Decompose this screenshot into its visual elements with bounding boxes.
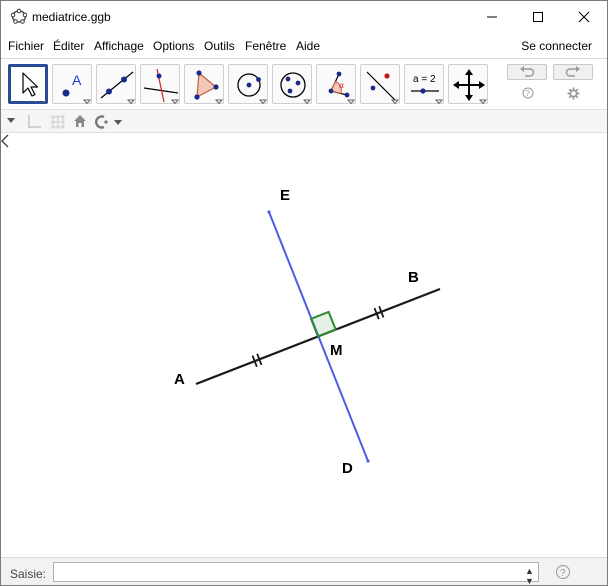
undo-button[interactable] [507,64,547,80]
menu-aide[interactable]: Aide [296,39,320,53]
input-bar-label: Saisie: [10,567,47,581]
label-point-e: E [280,187,291,204]
settings-button[interactable] [566,86,580,100]
menu-outils[interactable]: Outils [204,39,235,53]
slider-tool-text: a = 2 [413,74,436,85]
redo-icon [565,66,580,77]
move-graphics-view-icon [453,69,488,105]
point-tool-letter: A [72,72,82,88]
move-graphics-tool[interactable] [448,64,488,105]
circle-with-center-icon [237,73,268,105]
polygon-tool[interactable] [184,64,224,105]
maximize-icon [533,11,543,22]
graphics-view[interactable]: E B M A D [1,134,607,557]
sign-in-link[interactable]: Se connecter [521,39,592,53]
menu-fichier[interactable]: Fichier [8,39,44,53]
geogebra-window: mediatrice.ggb Fichier Éditer Affichage … [0,0,608,586]
right-angle-marker[interactable] [309,310,338,338]
minimize-button[interactable] [469,1,515,32]
menu-affichage[interactable]: Affichage [94,39,144,53]
help-icon: ? [522,87,534,99]
line-tool[interactable] [96,64,136,105]
label-point-a: A [174,371,185,388]
menu-options[interactable]: Options [153,39,194,53]
title-bar: mediatrice.ggb [1,1,607,33]
circle-through-three-points-icon [280,72,312,105]
side-panel-handle-icon[interactable] [1,134,9,148]
label-point-m: M [330,342,343,359]
close-icon [578,11,590,22]
svg-text:?: ? [526,89,531,98]
perpendicular-tool[interactable] [140,64,180,105]
home-icon[interactable] [72,113,88,129]
toolbar: A α a = 2 ? [1,58,607,109]
arrow-cursor-icon [22,72,46,104]
polygon-icon [194,70,224,105]
axes-toggle-icon[interactable] [25,113,43,131]
point-tool[interactable]: A [52,64,92,105]
line-through-two-points-icon [100,71,136,105]
point-capture-icon[interactable] [94,114,124,130]
reflect-about-line-icon [366,71,400,105]
input-bar: Saisie: ▲ ▼ ? [1,557,607,586]
menu-editer[interactable]: Éditer [53,39,84,53]
slider-icon: a = 2 [411,74,444,105]
label-point-d: D [342,460,353,477]
circle-three-points-tool[interactable] [272,64,312,105]
maximize-button[interactable] [515,1,561,32]
gear-icon [567,87,579,99]
move-tool[interactable] [8,64,48,104]
menu-bar: Fichier Éditer Affichage Options Outils … [1,35,607,57]
close-button[interactable] [561,1,607,32]
redo-button[interactable] [553,64,593,80]
triangle-down-icon[interactable] [6,117,16,125]
undo-icon [520,66,535,77]
slider-tool[interactable]: a = 2 [404,64,444,105]
angle-icon: α [328,71,356,105]
point-icon: A [62,72,92,105]
geogebra-pentagon-icon [11,8,27,24]
point-d[interactable] [366,459,370,463]
svg-text:?: ? [560,568,566,579]
angle-tool[interactable]: α [316,64,356,105]
window-title: mediatrice.ggb [32,10,111,24]
minimize-icon [487,16,497,17]
menu-fenetre[interactable]: Fenêtre [245,39,286,53]
label-point-b: B [408,269,419,286]
toolbar-help-button[interactable]: ? [521,86,535,100]
circle-tool[interactable] [228,64,268,105]
input-field[interactable] [53,562,539,582]
perpendicular-line-icon [143,68,180,105]
angle-tool-letter: α [339,80,344,90]
construction-canvas[interactable] [1,134,607,557]
reflect-tool[interactable] [360,64,400,105]
input-history-arrows-icon[interactable]: ▲ ▼ [525,566,534,586]
grid-toggle-icon[interactable] [49,113,67,131]
style-bar [1,109,607,133]
point-e[interactable] [267,210,271,214]
input-help-icon[interactable]: ? [555,564,571,580]
